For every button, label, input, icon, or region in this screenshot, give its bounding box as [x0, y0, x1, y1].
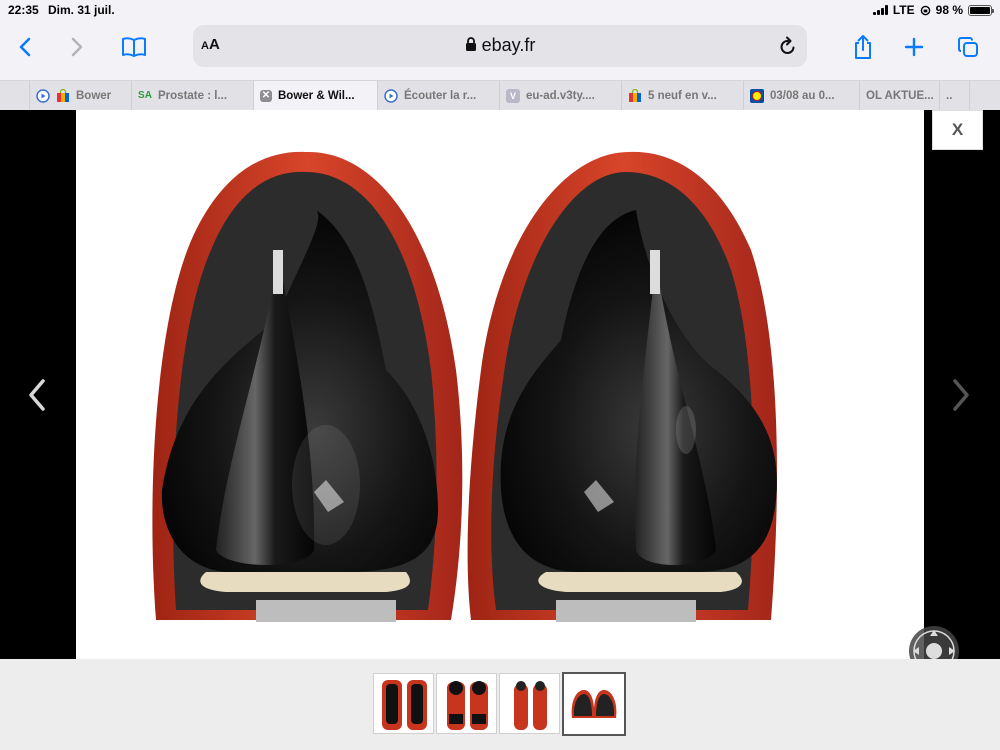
tab-label: Bower & Wil...: [278, 89, 355, 102]
tab-label: Bower: [76, 89, 112, 102]
right-speaker: [467, 151, 777, 622]
battery-percent: 98 %: [935, 3, 963, 17]
forward-button[interactable]: [60, 32, 94, 62]
network-label: LTE: [892, 3, 915, 17]
tab-label: OL AKTUE...: [866, 89, 934, 102]
thumbnail-2[interactable]: [436, 673, 497, 734]
image-viewer: [0, 110, 1000, 676]
tab-ecouter[interactable]: Écouter la r...: [378, 81, 500, 110]
tab-pinned[interactable]: [0, 81, 30, 110]
thumbnail-1[interactable]: [373, 673, 434, 734]
status-time: 22:35: [8, 3, 39, 17]
new-tab-icon: [904, 37, 924, 57]
tab-bar: Bower SA Prostate : l... ✕ Bower & Wil..…: [0, 80, 1000, 110]
new-tab-button[interactable]: [897, 32, 931, 62]
tab-lidl[interactable]: 03/08 au 0...: [744, 81, 860, 110]
tab-eu-ad[interactable]: V eu-ad.v3ty....: [500, 81, 622, 110]
bookmarks-icon: [122, 37, 146, 57]
close-viewer-button[interactable]: X: [932, 110, 983, 150]
signal-icon: [872, 5, 888, 15]
left-speaker: [152, 151, 463, 622]
play-circle-icon: [384, 88, 398, 103]
browser-toolbar: AA ebay.fr: [0, 20, 1000, 80]
thumbnail-3[interactable]: [499, 673, 560, 734]
ebay-bag-icon: [628, 88, 642, 103]
tab-label: 03/08 au 0...: [770, 89, 835, 102]
tabs-overview-button[interactable]: [951, 32, 985, 62]
address-bar[interactable]: AA ebay.fr: [193, 25, 807, 67]
ebay-bag-icon: [56, 88, 70, 103]
tab-aktue[interactable]: OL AKTUE...: [860, 81, 940, 110]
forward-icon: [71, 37, 83, 57]
lock-icon: [465, 37, 476, 51]
chevron-right-icon: [953, 379, 969, 411]
tabs-overview-icon: [958, 37, 978, 57]
prev-image-button[interactable]: [22, 375, 52, 415]
thumbnail-4[interactable]: [562, 672, 626, 736]
bookmarks-button[interactable]: [117, 32, 151, 62]
tab-bower-1[interactable]: Bower: [30, 81, 132, 110]
back-button[interactable]: [8, 32, 42, 62]
v-favicon-icon: V: [506, 88, 520, 103]
tab-bower-active[interactable]: ✕ Bower & Wil...: [254, 81, 378, 110]
speakers-image: [152, 151, 777, 622]
status-date: Dim. 31 juil.: [48, 3, 115, 17]
tab-label: ..: [946, 89, 953, 102]
tab-5-neuf[interactable]: 5 neuf en v...: [622, 81, 744, 110]
reload-icon[interactable]: [779, 36, 797, 56]
share-icon: [855, 35, 871, 59]
sa-favicon-icon: SA: [138, 90, 152, 101]
tab-label: Prostate : l...: [158, 89, 228, 102]
back-icon: [19, 37, 31, 57]
tab-prostate[interactable]: SA Prostate : l...: [132, 81, 254, 110]
main-product-image[interactable]: [76, 110, 924, 659]
share-button[interactable]: [846, 32, 880, 62]
status-bar: 22:35 Dim. 31 juil. LTE 98 %: [0, 0, 1000, 20]
play-circle-icon: [36, 88, 50, 103]
battery-icon: [968, 4, 994, 16]
tab-label: 5 neuf en v...: [648, 89, 717, 102]
thumbnail-strip: [0, 659, 1000, 750]
url-host: ebay.fr: [481, 35, 536, 55]
chevron-left-icon: [29, 379, 45, 411]
url-display[interactable]: ebay.fr: [193, 35, 807, 56]
tab-label: Écouter la r...: [404, 89, 477, 102]
status-right: LTE 98 %: [872, 3, 994, 17]
tab-more[interactable]: ..: [940, 81, 970, 110]
tab-label: eu-ad.v3ty....: [526, 89, 595, 102]
lidl-favicon-icon: [750, 88, 764, 103]
orientation-lock-icon: [920, 5, 930, 15]
tab-close-icon[interactable]: ✕: [260, 89, 272, 102]
next-image-button[interactable]: [946, 375, 976, 415]
